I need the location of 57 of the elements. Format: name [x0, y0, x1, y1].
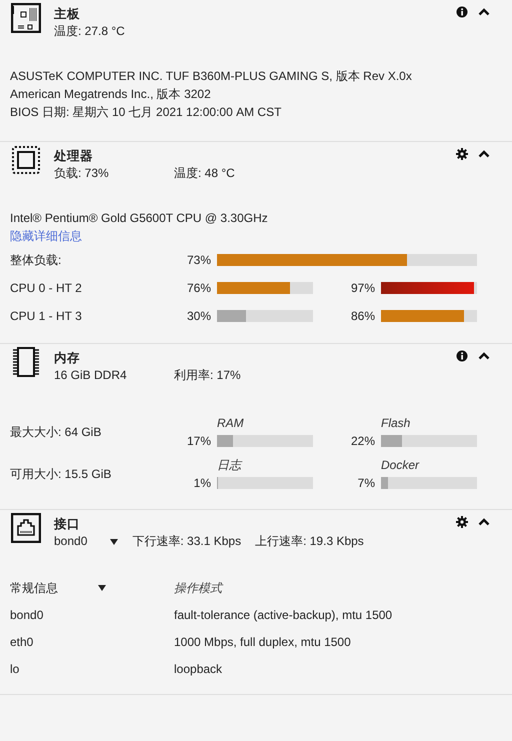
meter-label: Docker: [381, 457, 420, 474]
cpu-model: Intel® Pentium® Gold G5600T CPU @ 3.30GHz: [10, 210, 269, 227]
cpu-icon: [11, 145, 41, 175]
usage-percent: 17%: [186, 432, 212, 450]
settings-icon[interactable]: [456, 516, 468, 528]
column-header: 操作模式: [174, 580, 224, 597]
overall-load-label: 整体负载:: [10, 252, 62, 269]
summary-text: 上行速率: 19.3 Kbps: [255, 533, 364, 550]
usage-percent: 1%: [192, 474, 212, 492]
hide-details-link[interactable]: 隐藏详细信息: [10, 227, 82, 245]
size-label: 可用大小: 15.5 GiB: [10, 466, 112, 483]
interface-mode: loopback: [174, 661, 224, 678]
interface-mode: fault-tolerance (active-backup), mtu 1500: [174, 607, 394, 624]
ethernet-port-icon: [11, 513, 41, 543]
meter-label: Flash: [381, 415, 410, 432]
panel-title: 处理器: [54, 148, 93, 165]
meter-label: 日志: [217, 457, 241, 474]
motherboard-icon: [11, 3, 41, 33]
load-percent: 30%: [186, 308, 212, 325]
memory-icon: [11, 347, 41, 377]
summary-text: 负载: 73%: [54, 165, 110, 182]
summary-text: 温度: 48 °C: [174, 165, 235, 182]
caret-icon[interactable]: [110, 538, 118, 544]
load-percent: 73%: [186, 252, 212, 269]
usage-percent: 22%: [350, 432, 376, 450]
usage-percent: 7%: [356, 474, 376, 492]
info-icon[interactable]: [456, 350, 468, 362]
panel-title: 主板: [54, 6, 80, 23]
chevron-up-icon[interactable]: [478, 350, 490, 362]
summary-text: 16 GiB DDR4: [54, 367, 128, 384]
info-line: BIOS 日期: 星期六 10 七月 2021 12:00:00 AM CST: [10, 104, 282, 121]
view-select[interactable]: 常规信息: [10, 579, 106, 597]
chevron-up-icon[interactable]: [478, 148, 490, 160]
info-line: American Megatrends Inc., 版本 3202: [10, 86, 212, 103]
load-percent: 86%: [350, 308, 376, 325]
summary-text: 温度: 27.8 °C: [54, 23, 125, 40]
load-percent: 76%: [186, 280, 212, 297]
summary-text: 利用率: 17%: [174, 367, 241, 384]
chevron-up-icon[interactable]: [478, 516, 490, 528]
interface-select[interactable]: bond0: [54, 533, 118, 550]
meter-label: RAM: [217, 415, 244, 432]
info-icon[interactable]: [456, 6, 468, 18]
info-line: ASUSTeK COMPUTER INC. TUF B360M-PLUS GAMING S, 版本 Rev X.0x: [10, 68, 413, 85]
load-percent: 97%: [350, 280, 376, 297]
chevron-up-icon[interactable]: [478, 6, 490, 18]
interface-name: bond0: [10, 607, 44, 624]
interface-name: eth0: [10, 634, 34, 651]
size-label: 最大大小: 64 GiB: [10, 424, 102, 441]
summary-text: 下行速率: 33.1 Kbps: [132, 533, 242, 550]
thread-label: CPU 0 - HT 2: [10, 280, 83, 297]
thread-label: CPU 1 - HT 3: [10, 308, 83, 325]
caret-icon[interactable]: [98, 585, 106, 591]
panel-title: 接口: [54, 516, 80, 533]
interface-mode: 1000 Mbps, full duplex, mtu 1500: [174, 634, 352, 651]
settings-icon[interactable]: [456, 148, 468, 160]
panel-title: 内存: [54, 350, 80, 367]
interface-name: lo: [10, 661, 20, 678]
